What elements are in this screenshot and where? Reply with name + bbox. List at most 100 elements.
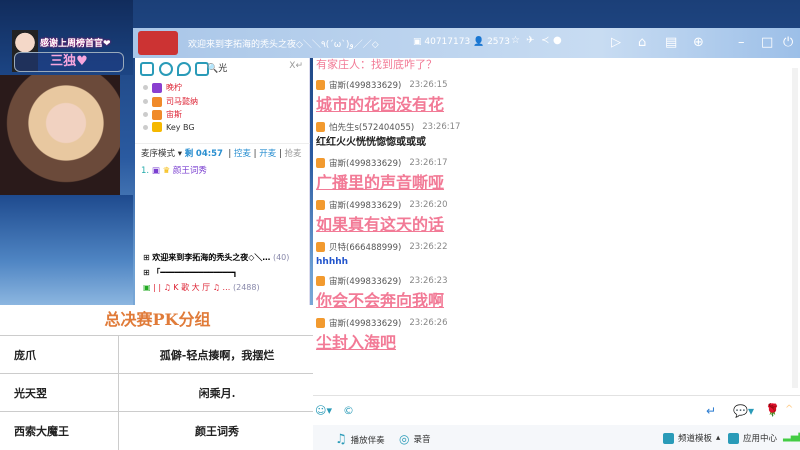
room-header: 欢迎来到李拓海的秃头之夜◇＼＼٩(ˊωˋ)و／／◇ ▣ 40717173 👤 2… (133, 28, 800, 58)
webcam-video (0, 75, 120, 195)
message-meta: 宙斯(499833629) 23:26:15 (316, 78, 800, 92)
table-row: 西索大魔王 颜王词秀 (0, 411, 315, 450)
user-item[interactable]: 司马懿纳 (143, 96, 198, 107)
plane-icon[interactable]: ✈ (526, 35, 534, 46)
message-user[interactable]: 贝特(666488999) (329, 241, 401, 253)
chat-message: 宙斯(499833629) 23:26:17 广播里的声音嘶哑 (313, 156, 800, 198)
chat-area: 有家庄人：找到底咋了？ 宙斯(499833629) 23:26:15 城市的花园没有… (313, 58, 800, 395)
user-item[interactable]: 晚柠 (143, 82, 182, 93)
message-meta: 怕先生s(572404055) 23:26:17 (316, 120, 800, 134)
user-item[interactable]: 宙斯 (143, 109, 182, 120)
share-icon[interactable]: ≺ (541, 35, 549, 46)
message-time: 23:26:17 (422, 122, 461, 132)
message-meta: 贝特(666488999) 23:26:22 (316, 240, 800, 254)
minimize-icon[interactable]: – (738, 35, 745, 50)
power-icon[interactable]: ⏻ (783, 35, 793, 50)
user-item[interactable]: Key BG (143, 122, 195, 132)
app-center-button[interactable]: 应用中心 (728, 432, 777, 444)
message-user[interactable]: 宙斯(499833629) (329, 79, 401, 91)
chat-input[interactable] (368, 401, 698, 421)
message-text: 城市的花园没有花 (316, 95, 445, 114)
chat-message: 宙斯(499833629) 23:26:15 城市的花园没有花 (313, 78, 800, 120)
chat-message: 怕先生s(572404055) 23:26:17 红红火火恍恍惚惚或或或 (313, 120, 800, 156)
message-time: 23:26:20 (409, 200, 448, 210)
message-time: 23:26:26 (409, 318, 448, 328)
star-icon[interactable]: ☆ (511, 35, 520, 46)
grab-mic-link[interactable]: 抢麦 (285, 149, 302, 159)
message-meta: 宙斯(499833629) 23:26:26 (316, 316, 800, 330)
chat-message: 宙斯(499833629) 23:26:20 如果真有这天的话 (313, 198, 800, 240)
user-search[interactable]: 🔍光 X↵ (207, 61, 307, 77)
message-text: 红红火火恍恍惚惚或或或 (316, 137, 426, 148)
message-time: 23:26:22 (409, 242, 448, 252)
refresh-icon[interactable] (159, 62, 173, 76)
template-icon (663, 432, 674, 444)
message-time: 23:26:23 (409, 276, 448, 286)
message-user[interactable]: 怕先生s(572404055) (329, 121, 414, 133)
music-note-icon: ♫ (335, 432, 347, 447)
overlay-name: 三独♥ (14, 52, 124, 72)
rank-badge-icon (316, 80, 325, 90)
chat-partial-message: 有家庄人：找到底咋了？ (316, 58, 437, 71)
background-sky (0, 195, 133, 305)
table-row: 光天翌 闲乘月. (0, 373, 315, 412)
pk-group-table: 总决赛PK分组 庞爪 孤僻-轻点揍啊，我摆烂 光天翌 闲乘月. 西索大魔王 颜王词秀 (0, 305, 315, 450)
rank-badge-icon (316, 158, 325, 168)
open-mic-link[interactable]: 开麦 (259, 149, 276, 159)
search-input[interactable]: 光 (218, 64, 227, 74)
rank-badge-icon (152, 82, 162, 93)
channel-item[interactable]: ⊞ 「━━━━━━━━━━━━━━━┓ (135, 265, 310, 280)
rank-badge-icon (152, 109, 162, 120)
message-meta: 宙斯(499833629) 23:26:23 (316, 274, 800, 288)
channel-template-button[interactable]: 频道模板 ▴ (663, 432, 720, 444)
message-text: 如果真有这天的话 (316, 215, 445, 234)
table-row: 庞爪 孤僻-轻点揍啊，我摆烂 (0, 335, 315, 374)
channel-list: ⊞ 欢迎来到李拓海的秃头之夜◇＼… (40) ⊞ 「━━━━━━━━━━━━━━… (135, 250, 310, 295)
channel-item[interactable]: ▣ | | ♫ K 歌 大 厅 ♫ … (2488) (135, 280, 310, 295)
mic-queue-item[interactable]: 1. ▣ ♛ 颜王词秀 (141, 164, 207, 176)
message-user[interactable]: 宙斯(499833629) (329, 317, 401, 329)
rank-badge-icon (316, 318, 325, 328)
left-panel: 🔍光 X↵ 晚柠 司马懿纳 宙斯 Key BG 麦序模式 ▾ 剩 04:57 | … (135, 58, 310, 305)
location-icon[interactable] (177, 62, 191, 76)
overlay-title: 感谢上周榜首官❤ (40, 39, 111, 49)
gamepad-icon[interactable]: ⊕ (693, 35, 704, 50)
play-accompaniment-button[interactable]: ♫ 播放伴奏 (335, 432, 385, 447)
rank-badge-icon (316, 122, 325, 132)
search-clear-button[interactable]: X↵ (289, 61, 303, 71)
channel-item[interactable]: ⊞ 欢迎来到李拓海的秃头之夜◇＼… (40) (135, 250, 310, 265)
record-icon: ◎ (399, 432, 410, 446)
speech-bubble-icon[interactable]: 💬▾ (733, 404, 754, 418)
list-icon[interactable]: ▤ (665, 35, 677, 50)
send-icon[interactable]: ↵ (706, 404, 716, 418)
maximize-icon[interactable]: □ (761, 35, 773, 50)
chat-scrollbar[interactable] (792, 68, 798, 388)
chat-input-bar: ☺▾ © ↵ 💬▾ 🌹 ^ (313, 395, 800, 425)
user-icon[interactable] (140, 62, 154, 76)
rose-icon[interactable]: 🌹 (765, 403, 780, 417)
message-text: 广播里的声音嘶哑 (316, 173, 445, 192)
info-icon[interactable]: ● (553, 35, 562, 46)
mic-mode-select[interactable]: 麦序模式 (141, 149, 175, 159)
message-user[interactable]: 宙斯(499833629) (329, 199, 401, 211)
expand-icon[interactable]: ^ (785, 404, 793, 415)
font-style-icon[interactable]: © (343, 404, 354, 417)
message-user[interactable]: 宙斯(499833629) (329, 275, 401, 287)
message-text: 尘封入海吧 (316, 333, 397, 352)
message-text: hhhhh (316, 257, 349, 267)
message-user[interactable]: 宙斯(499833629) (329, 157, 401, 169)
control-mic-link[interactable]: 控麦 (234, 149, 251, 159)
rank-badge-icon (316, 276, 325, 286)
record-button[interactable]: ◎ 录音 (399, 432, 431, 446)
rank-badge-icon (316, 200, 325, 210)
message-time: 23:26:17 (409, 158, 448, 168)
chat-message: 贝特(666488999) 23:26:22 hhhhh (313, 240, 800, 274)
video-icon[interactable]: ▷ (611, 35, 621, 50)
rank-badge-icon (316, 242, 325, 252)
emoji-icon[interactable]: ☺▾ (315, 404, 332, 417)
message-text: 你会不会奔向我啊 (316, 291, 445, 310)
home-icon[interactable]: ⌂ (638, 35, 646, 50)
room-id-value: 40717173 (424, 37, 471, 47)
message-meta: 宙斯(499833629) 23:26:17 (316, 156, 800, 170)
mic-timer: 04:57 (195, 149, 223, 159)
